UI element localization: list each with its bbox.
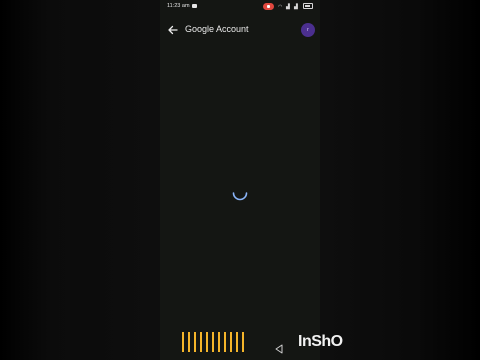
signal-icon-2: ▟ xyxy=(294,4,298,10)
status-time: 11:23 am xyxy=(167,3,190,9)
nav-back-icon[interactable] xyxy=(274,342,284,354)
app-bar: Google Account r xyxy=(160,18,320,42)
barcode-graphic xyxy=(182,332,244,352)
inshot-watermark: InShO xyxy=(298,333,343,350)
signal-icon: ▟ xyxy=(286,4,290,10)
right-backdrop xyxy=(320,0,480,360)
loading-spinner-icon xyxy=(230,182,250,202)
back-arrow-icon[interactable] xyxy=(166,23,180,37)
battery-icon xyxy=(303,3,313,9)
screen-record-icon xyxy=(263,3,274,10)
left-backdrop xyxy=(0,0,160,360)
account-avatar[interactable]: r xyxy=(301,23,315,37)
wifi-icon: ◠ xyxy=(278,4,283,10)
phone-screen: 11:23 am ◠ ▟ ▟ Google Account r xyxy=(160,0,320,360)
camera-icon xyxy=(192,4,197,8)
status-bar: 11:23 am ◠ ▟ ▟ xyxy=(160,0,320,14)
page-title: Google Account xyxy=(185,24,249,34)
